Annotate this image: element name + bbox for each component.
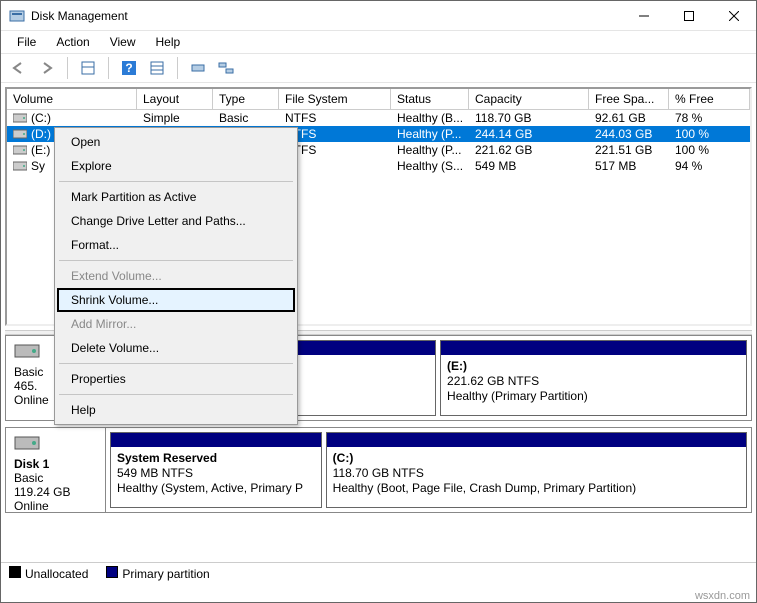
volume-name: (C:) [31,111,51,125]
title-bar: Disk Management [1,1,756,31]
volume-icon [13,112,27,124]
disk-title: Disk 1 [14,457,97,471]
col-status[interactable]: Status [391,89,469,110]
back-button[interactable] [7,56,31,80]
disk-row-1: Disk 1 Basic 119.24 GB Online System Res… [5,427,752,513]
partition-c[interactable]: (C:) 118.70 GB NTFS Healthy (Boot, Page … [326,432,747,508]
partition-e[interactable]: (E:) 221.62 GB NTFS Healthy (Primary Par… [440,340,747,416]
legend-unallocated: Unallocated [9,566,88,581]
ctx-delete[interactable]: Delete Volume... [57,336,295,360]
col-layout[interactable]: Layout [137,89,213,110]
column-headers: Volume Layout Type File System Status Ca… [7,89,750,110]
app-icon [9,8,25,24]
volume-row[interactable]: (C:) Simple Basic NTFS Healthy (B... 118… [7,110,750,126]
menu-file[interactable]: File [7,33,46,51]
volume-name: Sy [31,159,45,173]
ctx-properties[interactable]: Properties [57,367,295,391]
partition-title: System Reserved [117,451,217,465]
menu-action[interactable]: Action [46,33,99,51]
partition-system-reserved[interactable]: System Reserved 549 MB NTFS Healthy (Sys… [110,432,322,508]
toolbar-icon-3[interactable] [186,56,210,80]
col-capacity[interactable]: Capacity [469,89,589,110]
toolbar-icon-2[interactable] [145,56,169,80]
context-menu: Open Explore Mark Partition as Active Ch… [54,127,298,425]
ctx-change-letter[interactable]: Change Drive Letter and Paths... [57,209,295,233]
ctx-extend: Extend Volume... [57,264,295,288]
ctx-mark-active[interactable]: Mark Partition as Active [57,185,295,209]
ctx-help[interactable]: Help [57,398,295,422]
col-filesystem[interactable]: File System [279,89,391,110]
legend-primary: Primary partition [106,566,209,581]
help-button[interactable]: ? [117,56,141,80]
toolbar: ? [1,53,756,83]
disk-icon [14,434,97,455]
window-title: Disk Management [31,9,621,23]
legend: Unallocated Primary partition [1,562,756,584]
volume-icon [13,144,27,156]
menu-bar: File Action View Help [1,31,756,53]
ctx-format[interactable]: Format... [57,233,295,257]
partition-title: (E:) [447,359,467,373]
maximize-button[interactable] [666,1,711,30]
ctx-explore[interactable]: Explore [57,154,295,178]
menu-view[interactable]: View [100,33,146,51]
menu-help[interactable]: Help [146,33,191,51]
watermark: wsxdn.com [695,590,750,602]
volume-icon [13,128,27,140]
col-type[interactable]: Type [213,89,279,110]
volume-icon [13,160,27,172]
partition-stripe [111,433,321,447]
volume-name: (E:) [31,143,50,157]
forward-button[interactable] [35,56,59,80]
close-button[interactable] [711,1,756,30]
toolbar-icon-4[interactable] [214,56,238,80]
toolbar-icon-1[interactable] [76,56,100,80]
partition-stripe [441,341,746,355]
col-free[interactable]: Free Spa... [589,89,669,110]
ctx-mirror: Add Mirror... [57,312,295,336]
partition-stripe [327,433,746,447]
volume-name: (D:) [31,127,51,141]
ctx-shrink[interactable]: Shrink Volume... [57,288,295,312]
col-volume[interactable]: Volume [7,89,137,110]
disk-management-window: Disk Management File Action View Help ? … [0,0,757,603]
svg-text:?: ? [125,61,132,75]
col-pctfree[interactable]: % Free [669,89,750,110]
partition-title: (C:) [333,451,354,465]
minimize-button[interactable] [621,1,666,30]
disk-label[interactable]: Disk 1 Basic 119.24 GB Online [6,428,106,512]
ctx-open[interactable]: Open [57,130,295,154]
